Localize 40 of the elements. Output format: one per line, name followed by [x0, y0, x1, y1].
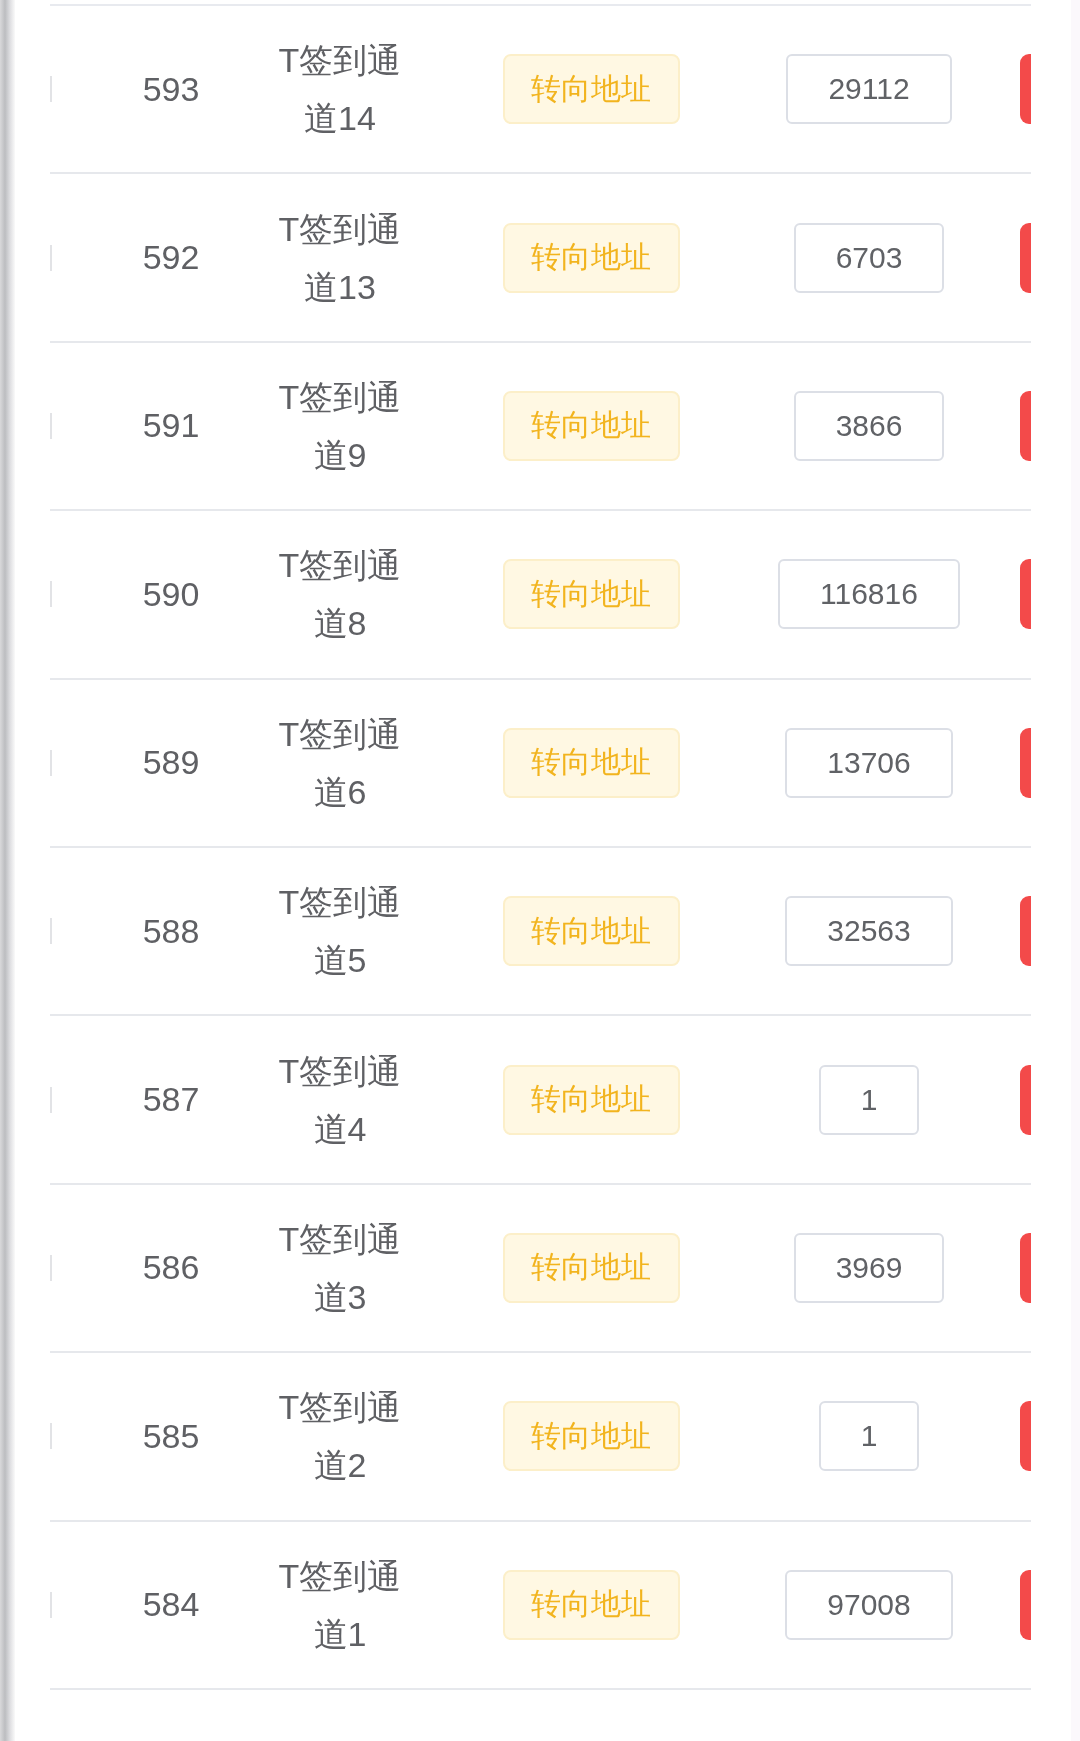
id-cell: 593 [142, 69, 200, 109]
action-button[interactable] [1020, 1232, 1031, 1303]
name-cell-text: T签到通道6 [277, 713, 403, 813]
name-cell-text: T签到通道8 [277, 545, 403, 645]
name-cell-text: T签到通道14 [277, 40, 403, 140]
value-field[interactable]: 3969 [793, 1232, 945, 1303]
action-button[interactable] [1020, 1064, 1031, 1135]
action-button[interactable] [1020, 559, 1031, 630]
action-button[interactable] [1020, 54, 1031, 125]
action-button[interactable] [1020, 222, 1031, 293]
value-field[interactable]: 29112 [786, 54, 952, 125]
id-cell: 589 [142, 743, 200, 783]
name-cell-text: T签到通道5 [277, 882, 403, 982]
value-field[interactable]: 6703 [793, 222, 945, 293]
id-cell: 588 [142, 911, 200, 951]
name-cell-text: T签到通道3 [277, 1218, 403, 1318]
action-button[interactable] [1020, 1569, 1031, 1640]
value-field[interactable]: 1 [818, 1401, 920, 1472]
value-field[interactable]: 13706 [785, 727, 953, 798]
value-field[interactable]: 32563 [785, 896, 953, 967]
value-field[interactable]: 3866 [793, 390, 945, 461]
name-cell-text: T签到通道1 [277, 1555, 403, 1655]
id-cell: 591 [142, 406, 200, 446]
action-button[interactable] [1020, 1401, 1031, 1472]
id-cell: 592 [142, 238, 200, 278]
action-button[interactable] [1020, 896, 1031, 967]
action-button[interactable] [1020, 390, 1031, 461]
name-cell-text: T签到通道4 [277, 1050, 403, 1150]
value-field[interactable]: 97008 [785, 1569, 953, 1640]
name-cell-text: T签到通道13 [277, 208, 403, 308]
name-cell-text: T签到通道2 [277, 1387, 403, 1487]
id-cell: 586 [142, 1248, 200, 1288]
name-cell-text: T签到通道9 [277, 376, 403, 476]
value-field[interactable]: 116816 [778, 559, 960, 630]
id-cell: 584 [142, 1585, 200, 1625]
action-button[interactable] [1020, 727, 1031, 798]
id-cell: 585 [142, 1416, 200, 1456]
id-cell: 590 [142, 574, 200, 614]
value-field[interactable]: 1 [818, 1064, 920, 1135]
id-cell: 587 [142, 1080, 200, 1120]
